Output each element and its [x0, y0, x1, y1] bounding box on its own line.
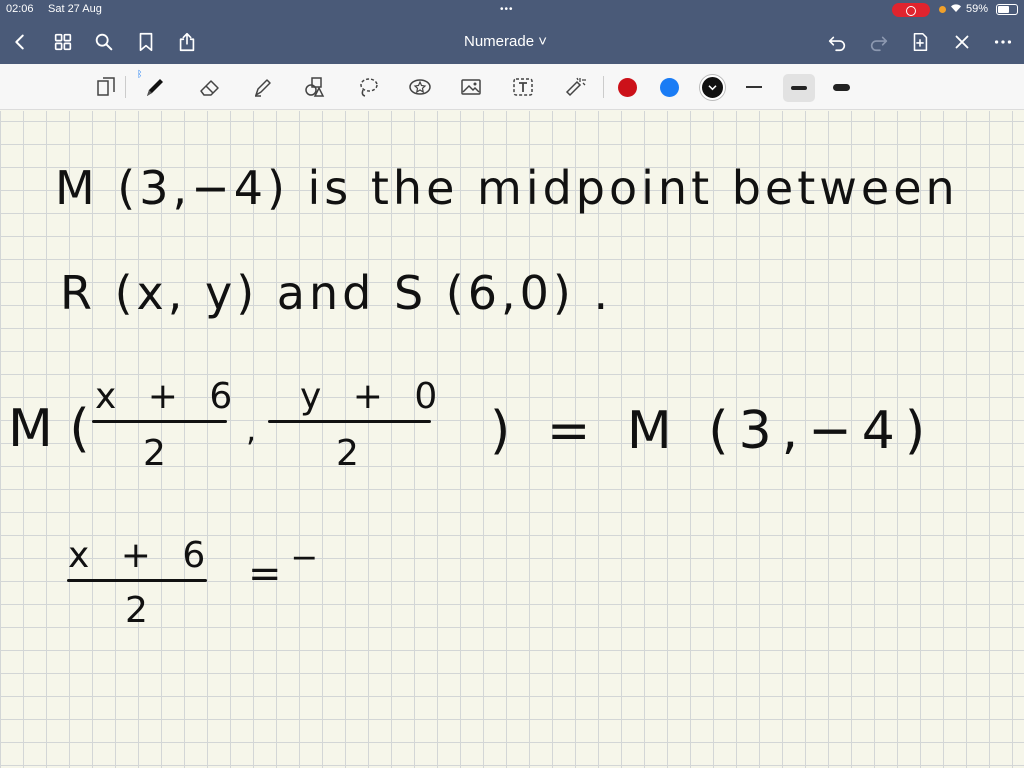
- status-bar: 02:06 Sat 27 Aug ••• 59%: [0, 0, 1024, 20]
- color-blue-swatch[interactable]: [660, 78, 679, 97]
- screen-recording-icon[interactable]: [892, 3, 930, 17]
- fraction-y-numerator: y + 0: [300, 376, 448, 417]
- color-red-swatch[interactable]: [618, 78, 637, 97]
- undo-icon[interactable]: [825, 30, 849, 54]
- drawing-toolbar: ᛒ: [0, 64, 1024, 110]
- equation-numerator: x + 6: [68, 535, 216, 576]
- add-page-icon[interactable]: [908, 30, 932, 54]
- image-tool-icon[interactable]: [456, 72, 486, 102]
- close-icon[interactable]: [950, 30, 974, 54]
- grid-icon[interactable]: [51, 30, 75, 54]
- stroke-medium-option-selected[interactable]: [783, 74, 815, 102]
- wifi-icon: [950, 3, 962, 16]
- stroke-thin-option[interactable]: [746, 86, 762, 88]
- share-icon[interactable]: [175, 30, 199, 54]
- status-time: 02:06: [6, 3, 34, 15]
- toolbar-divider: [125, 76, 126, 98]
- eraser-tool-icon[interactable]: [195, 72, 225, 102]
- highlighter-tool-icon[interactable]: [248, 72, 278, 102]
- equation-equals: = ‾: [248, 551, 315, 597]
- fraction-bar: [268, 420, 431, 423]
- toolbar-divider: [603, 76, 604, 98]
- color-black-swatch-selected[interactable]: [700, 75, 725, 100]
- sticker-tool-icon[interactable]: [405, 72, 435, 102]
- multitasking-dots-icon[interactable]: •••: [500, 4, 514, 15]
- equation-denominator: 2: [125, 590, 148, 631]
- search-icon[interactable]: [92, 30, 116, 54]
- more-options-icon[interactable]: [991, 30, 1015, 54]
- fraction-x-denominator: 2: [143, 433, 166, 474]
- notebook-page[interactable]: M (3,−4) is the midpoint between R (x, y…: [0, 111, 1024, 768]
- midpoint-formula-lhs: M (: [8, 399, 90, 459]
- midpoint-formula-rhs: ) = M (3,−4): [490, 401, 936, 461]
- redo-icon[interactable]: [867, 30, 891, 54]
- fraction-bar: [67, 579, 207, 582]
- formula-comma: ,: [246, 411, 257, 449]
- lasso-tool-icon[interactable]: [353, 72, 383, 102]
- fraction-bar: [92, 420, 227, 423]
- shapes-tool-icon[interactable]: [300, 72, 330, 102]
- bluetooth-icon: ᛒ: [137, 69, 143, 79]
- laser-pointer-icon[interactable]: [560, 72, 590, 102]
- status-date: Sat 27 Aug: [48, 3, 102, 15]
- read-only-mode-icon[interactable]: [91, 72, 121, 102]
- pen-tool-icon[interactable]: [140, 72, 170, 102]
- handwriting-line-2: R (x, y) and S (6,0) .: [60, 266, 613, 320]
- text-tool-icon[interactable]: [508, 72, 538, 102]
- bookmark-icon[interactable]: [134, 30, 158, 54]
- fraction-y-denominator: 2: [336, 433, 359, 474]
- battery-icon: [996, 4, 1018, 15]
- navigation-bar: Numerade ˅: [0, 22, 1024, 62]
- fraction-x-numerator: x + 6: [95, 376, 243, 417]
- back-icon[interactable]: [8, 30, 32, 54]
- top-bar: 02:06 Sat 27 Aug ••• 59% Numerade ˅: [0, 0, 1024, 64]
- microphone-indicator-icon: [939, 6, 946, 13]
- battery-percent: 59%: [966, 3, 989, 15]
- handwriting-line-1: M (3,−4) is the midpoint between: [55, 161, 959, 215]
- document-title[interactable]: Numerade ˅: [464, 33, 547, 50]
- stroke-thick-option[interactable]: [833, 84, 850, 91]
